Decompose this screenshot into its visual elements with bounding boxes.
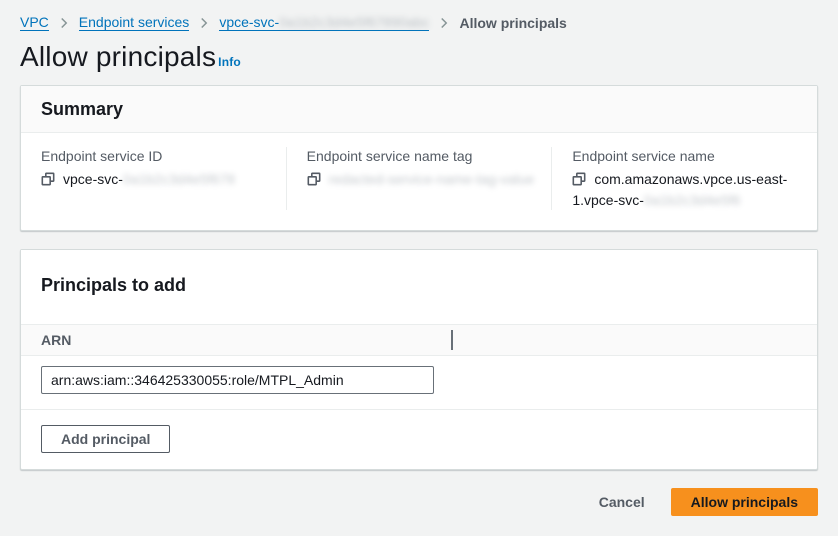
- page-title-text: Allow principals: [20, 41, 216, 72]
- breadcrumb-link-vpc[interactable]: VPC: [20, 14, 49, 31]
- add-principal-button[interactable]: Add principal: [41, 425, 170, 453]
- summary-field-endpoint-service-name-tag: Endpoint service name tag redacted-servi…: [286, 147, 552, 210]
- column-resize-handle[interactable]: [451, 330, 453, 350]
- copy-icon[interactable]: [41, 172, 55, 191]
- page-title: Allow principalsInfo: [20, 41, 818, 73]
- cancel-button[interactable]: Cancel: [595, 488, 649, 516]
- arn-column-header-row: ARN: [21, 324, 817, 356]
- principals-title: Principals to add: [41, 274, 797, 296]
- chevron-right-icon: [58, 17, 70, 29]
- add-principal-row: Add principal: [21, 410, 817, 469]
- summary-title: Summary: [41, 98, 797, 120]
- summary-body: Endpoint service ID vpce-svc-0a1b2c3d4e5…: [21, 133, 817, 230]
- copy-icon[interactable]: [572, 172, 586, 191]
- copy-icon[interactable]: [307, 172, 321, 191]
- allow-principals-button[interactable]: Allow principals: [671, 488, 818, 516]
- redacted-endpoint-service-id: 0a1b2c3d4e5f678: [123, 171, 235, 187]
- redacted-endpoint-service-name: 0a1b2c3d4e5f6: [644, 192, 741, 208]
- breadcrumb-service-id-text: vpce-svc-: [219, 14, 279, 30]
- summary-field-endpoint-service-name: Endpoint service name com.amazonaws.vpce…: [551, 147, 817, 210]
- arn-column-header: ARN: [41, 332, 71, 348]
- summary-card: Summary Endpoint service ID vpce-svc-0a1…: [20, 85, 818, 231]
- redacted-service-id: 0a1b2c3d4e5f67890abc: [279, 14, 429, 30]
- principals-panel-header: Principals to add: [21, 250, 817, 324]
- chevron-right-icon: [438, 17, 450, 29]
- page: VPC Endpoint services vpce-svc-0a1b2c3d4…: [0, 0, 838, 536]
- footer-actions: Cancel Allow principals: [20, 488, 818, 516]
- chevron-right-icon: [198, 17, 210, 29]
- breadcrumb: VPC Endpoint services vpce-svc-0a1b2c3d4…: [20, 14, 818, 31]
- field-label: Endpoint service ID: [41, 147, 270, 165]
- field-value: vpce-svc-0a1b2c3d4e5f678: [41, 170, 270, 191]
- field-label: Endpoint service name tag: [307, 147, 536, 165]
- field-value: redacted-service-name-tag-value: [307, 170, 536, 191]
- breadcrumb-current-page: Allow principals: [459, 15, 566, 31]
- info-link[interactable]: Info: [218, 55, 241, 69]
- arn-input[interactable]: [41, 366, 434, 394]
- redacted-endpoint-service-name-tag: redacted-service-name-tag-value: [329, 171, 534, 187]
- field-label: Endpoint service name: [572, 147, 801, 165]
- breadcrumb-link-endpoint-services[interactable]: Endpoint services: [79, 14, 190, 31]
- arn-input-row: [21, 356, 817, 410]
- summary-card-header: Summary: [21, 86, 817, 133]
- field-value: com.amazonaws.vpce.us-east-1.vpce-svc-0a…: [572, 170, 801, 210]
- summary-field-endpoint-service-id: Endpoint service ID vpce-svc-0a1b2c3d4e5…: [21, 147, 286, 210]
- breadcrumb-link-endpoint-service-id[interactable]: vpce-svc-0a1b2c3d4e5f67890abc: [219, 14, 429, 31]
- endpoint-service-id-text: vpce-svc-: [63, 171, 123, 187]
- principals-panel: Principals to add ARN Add principal: [20, 249, 818, 470]
